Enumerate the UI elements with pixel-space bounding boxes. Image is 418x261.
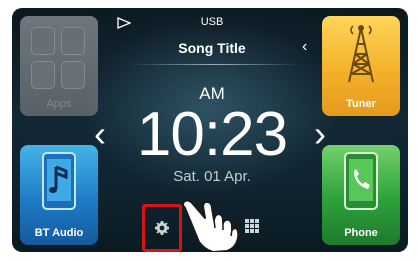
previous-arrow-icon[interactable]: ‹ — [94, 116, 106, 152]
title-divider — [130, 64, 300, 65]
clock-date: Sat. 01 Apr. — [173, 168, 251, 185]
grid-icon[interactable] — [244, 218, 260, 234]
music-phone-icon — [42, 152, 76, 210]
antenna-icon — [348, 25, 374, 83]
bt-audio-tile[interactable]: BT Audio — [20, 145, 98, 245]
home-screen: Apps Tuner BT Audio Phone USB Song Title… — [12, 8, 408, 252]
apps-grid-icon — [31, 27, 87, 91]
bt-audio-label: BT Audio — [34, 227, 84, 239]
phone-label: Phone — [344, 227, 378, 239]
tuner-label: Tuner — [346, 98, 376, 110]
play-outline-icon[interactable] — [117, 17, 131, 29]
head-unit-screen: Apps Tuner BT Audio Phone USB Song Title… — [0, 0, 418, 261]
source-label[interactable]: USB — [172, 16, 252, 28]
tuner-tile[interactable]: Tuner — [322, 16, 400, 116]
clock-time: 10:23 — [136, 100, 288, 169]
chevron-left-icon[interactable]: ‹ — [302, 38, 307, 56]
hand-pointer-icon — [182, 199, 239, 252]
apps-label: Apps — [46, 98, 72, 110]
next-arrow-icon[interactable]: › — [314, 116, 326, 152]
settings-button[interactable] — [142, 204, 182, 252]
gear-icon — [155, 221, 169, 235]
phone-tile[interactable]: Phone — [322, 145, 400, 245]
apps-tile[interactable]: Apps — [20, 16, 98, 116]
phone-icon — [344, 152, 378, 210]
song-title: Song Title — [178, 40, 246, 56]
